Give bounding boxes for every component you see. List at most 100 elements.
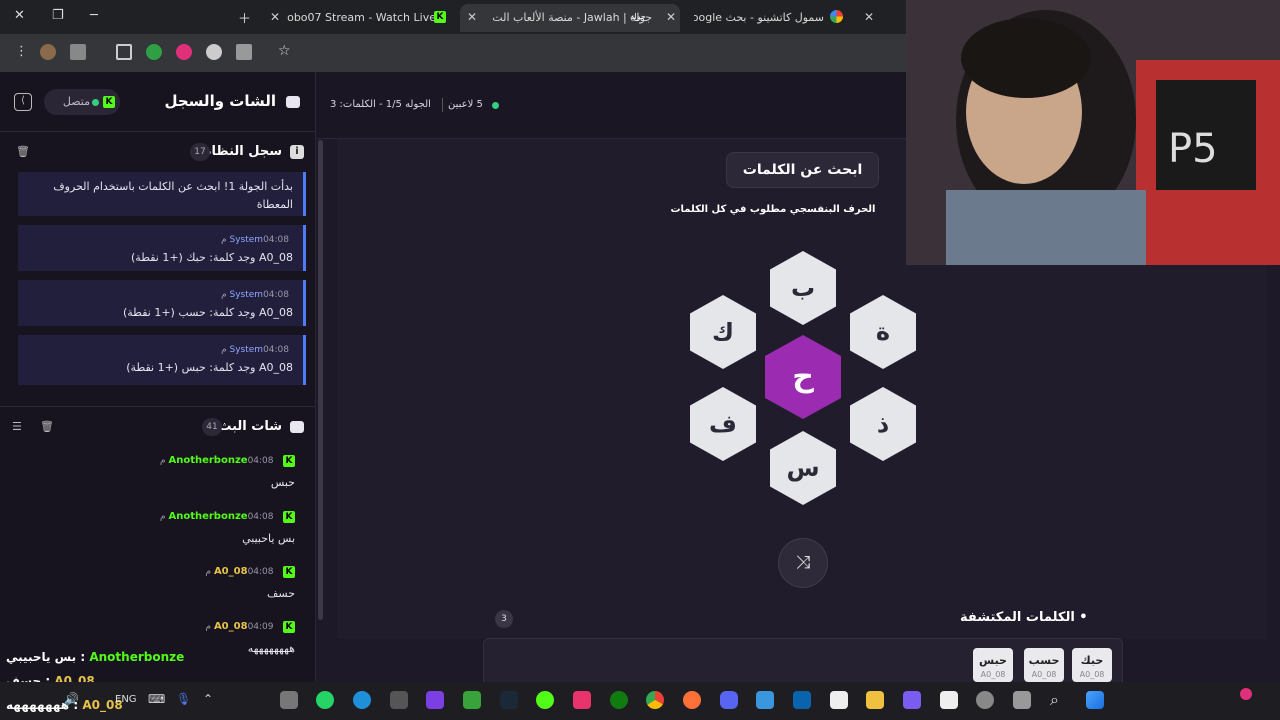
chat-bubble-icon [290, 421, 304, 433]
browser-toolbar [0, 34, 906, 72]
discord-icon[interactable] [720, 691, 738, 709]
xbox-icon[interactable] [610, 691, 628, 709]
round-info: الجوله 1/5 - الكلمات: 3 [330, 99, 431, 110]
found-word-chip: حبس A0_08 [973, 648, 1013, 682]
found-words-title: • الكلمات المكتشفة [960, 610, 1088, 625]
extension-shield-icon[interactable] [176, 44, 192, 60]
overlay-chat-line: Anotherbonze : بس ياحبيبي [6, 650, 185, 664]
game-heading: ابحث عن الكلمات [726, 152, 879, 188]
new-tab-icon[interactable]: ＋ [238, 8, 251, 27]
tab-google[interactable]: سمول كاتشينو - بحث Google [694, 4, 824, 32]
copilot-icon[interactable] [903, 691, 921, 709]
kick-icon: K [283, 511, 295, 523]
found-words-count: 3 [495, 610, 513, 628]
chat-sidebar: الشات والسجل متصل K ⟩ i سجل النظام 17 🗑 … [0, 72, 316, 720]
chat-message: K Anotherbonze04:08 م بس ياحبيبي [160, 511, 295, 545]
menu-icon[interactable]: ⋮ [15, 44, 28, 59]
svg-text:P5: P5 [1168, 126, 1218, 172]
tab-close-icon[interactable]: ✕ [864, 10, 874, 24]
online-dot [492, 102, 499, 109]
kick-icon: K [103, 96, 115, 108]
close-window-icon[interactable]: ✕ [14, 8, 25, 23]
photos-icon[interactable] [756, 691, 774, 709]
minimize-window-icon[interactable]: ─ [90, 8, 98, 23]
bookmark-star-icon[interactable]: ☆ [278, 43, 291, 59]
players-count: 5 لاعبين [448, 99, 483, 110]
file-explorer-icon[interactable] [866, 691, 884, 709]
system-message: System04:08 م A0_08 وجد كلمة: حبك (+1 نق… [18, 225, 306, 271]
shuffle-button[interactable]: ⤨ [778, 538, 828, 588]
profile-avatar-icon[interactable] [40, 44, 56, 60]
found-word-chip: حبك A0_08 [1072, 648, 1112, 682]
steam-icon[interactable] [500, 691, 518, 709]
align-icon[interactable]: ☰ [12, 420, 22, 433]
tab-stream[interactable]: mejobo07 Stream - Watch Live [286, 4, 436, 32]
divider [442, 98, 443, 112]
stream-chat-count: 41 [202, 418, 222, 436]
store-icon[interactable] [830, 691, 848, 709]
system-message: System04:08 م A0_08 وجد كلمة: حسب (+1 نق… [18, 280, 306, 326]
tab-close-icon[interactable]: ✕ [467, 10, 477, 24]
obs-icon[interactable] [426, 691, 444, 709]
webcam-video: P5 [906, 0, 1280, 265]
minecraft-icon[interactable] [463, 691, 481, 709]
chrome-icon[interactable] [646, 691, 664, 709]
system-log-header: i سجل النظام 17 🗑 [0, 132, 316, 172]
stream-chat-title: شات البث [218, 419, 282, 434]
chat-bubble-icon [286, 96, 300, 108]
collapse-sidebar-button[interactable]: ⟩ [14, 93, 32, 111]
search-icon[interactable]: ⌕ [1050, 690, 1059, 710]
system-log-title: سجل النظام [202, 144, 282, 159]
tab-close-icon[interactable]: ✕ [666, 10, 676, 24]
webcam-overlay: P5 [906, 0, 1280, 265]
sidebar-scrollbar[interactable] [318, 140, 323, 620]
stream-chat-header: شات البث 41 🗑 ☰ [0, 406, 316, 446]
capcut-icon[interactable] [390, 691, 408, 709]
tab-close-icon[interactable]: ✕ [270, 10, 280, 24]
trash-icon[interactable]: 🗑 [16, 145, 30, 158]
chat-message: K A0_0804:08 م حسف [205, 566, 295, 600]
sidebar-title: الشات والسجل [164, 92, 276, 110]
system-message: System04:08 م A0_08 وجد كلمة: حبس (+1 نق… [18, 335, 306, 385]
restore-window-icon[interactable]: ❐ [52, 8, 64, 23]
found-word-chip: حسب A0_08 [1024, 648, 1064, 682]
google-icon [830, 10, 843, 23]
extensions-icon[interactable] [116, 44, 132, 60]
system-message: بدأت الجولة 1! ابحث عن الكلمات باستخدام … [18, 172, 306, 216]
extension-grid-icon[interactable] [236, 44, 252, 60]
notification-icon[interactable] [1240, 688, 1252, 700]
task-view-icon[interactable] [1013, 691, 1031, 709]
outlook-icon[interactable] [793, 691, 811, 709]
chrome-app-icon[interactable] [280, 691, 298, 709]
kick-icon: K [283, 621, 295, 633]
language-indicator[interactable]: ENG [115, 694, 137, 705]
trash-icon[interactable]: 🗑 [40, 420, 54, 433]
volume-icon[interactable]: 🔊 [64, 692, 79, 706]
app-pink-icon[interactable] [573, 691, 591, 709]
extension-chat-icon[interactable] [206, 44, 222, 60]
capcut-app-icon[interactable] [940, 691, 958, 709]
kick-icon: K [434, 11, 446, 23]
mic-icon[interactable]: 🎙 [176, 692, 191, 706]
jawlah-logo-icon: جوله [630, 12, 646, 21]
firefox-icon[interactable] [683, 691, 701, 709]
tab-jawlah[interactable]: جولة | Jawlah - منصة الألعاب الت [460, 4, 680, 32]
keyboard-icon[interactable]: ⌨ [148, 692, 165, 706]
record-icon[interactable] [976, 691, 994, 709]
extension-green-icon[interactable] [146, 44, 162, 60]
kick-icon: K [283, 455, 295, 467]
media-control-icon[interactable] [70, 44, 86, 60]
kick-app-icon[interactable] [536, 691, 554, 709]
kick-icon: K [283, 566, 295, 578]
system-log-count: 17 [190, 143, 210, 161]
chat-message: K Anotherbonze04:08 م حبس [160, 455, 295, 489]
online-dot [92, 99, 99, 106]
sidebar-header: الشات والسجل متصل K ⟩ [0, 72, 316, 132]
start-icon[interactable] [1086, 691, 1104, 709]
info-icon: i [290, 145, 304, 159]
chevron-up-icon[interactable]: ⌃ [203, 692, 213, 706]
whatsapp-icon[interactable] [316, 691, 334, 709]
shuffle-icon: ⤨ [795, 552, 811, 573]
edge-icon[interactable] [353, 691, 371, 709]
game-hint: الحرف البنفسجي مطلوب في كل الكلمات [670, 204, 876, 215]
